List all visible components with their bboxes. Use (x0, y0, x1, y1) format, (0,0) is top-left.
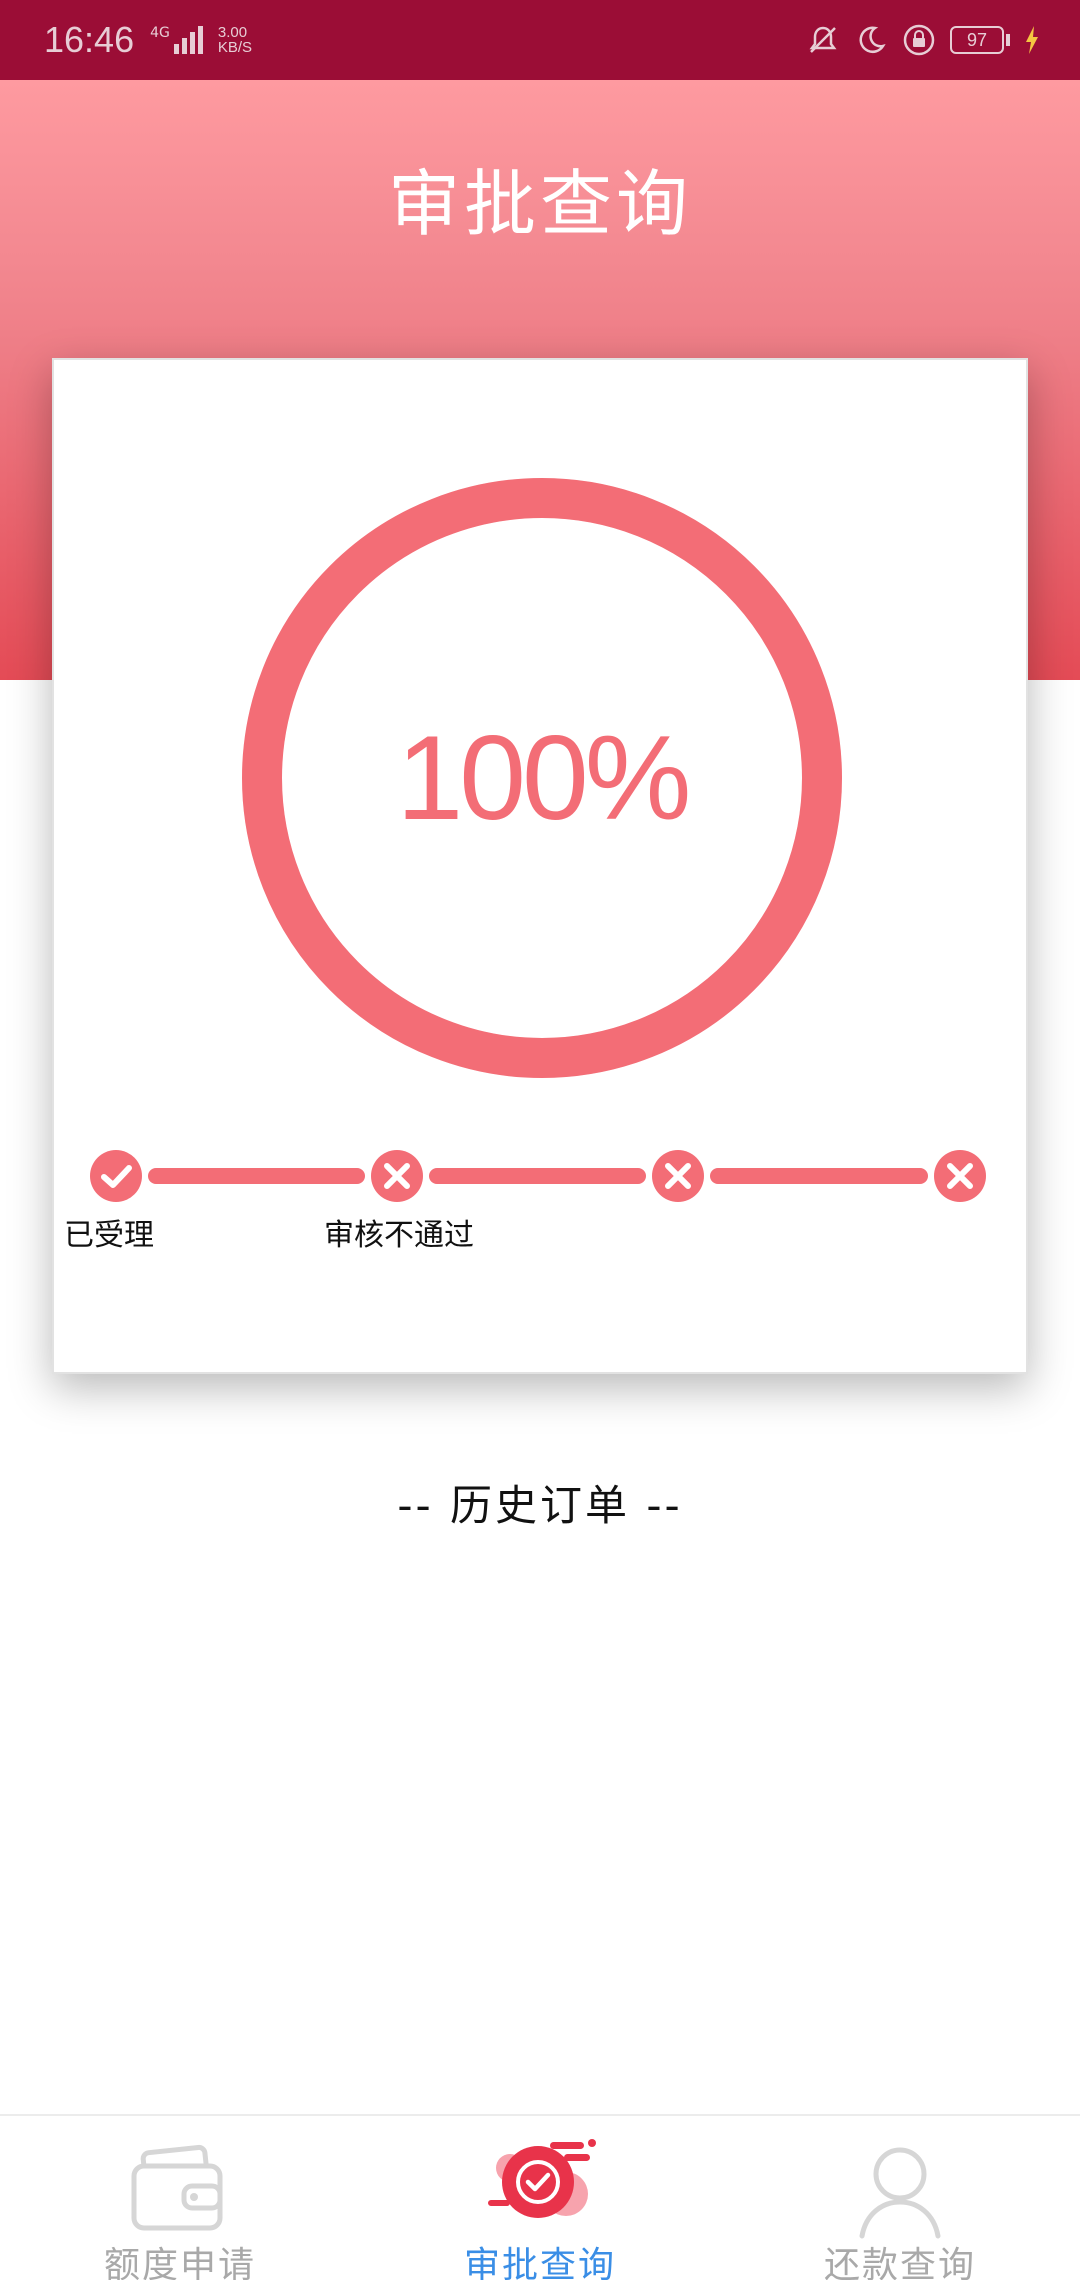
tab-label-credit: 额度申请 (103, 2245, 256, 2280)
speed-unit: KB/S (217, 39, 253, 56)
status-time: 16:46 (44, 19, 135, 60)
step-failed-x-icon (934, 1150, 986, 1202)
tab-label-repayment: 还款查询 (823, 2245, 976, 2280)
page-title: 审批查询 (387, 162, 692, 246)
step-label: 已受理 (64, 1218, 154, 1253)
bell-off-icon (806, 23, 840, 57)
approval-steps (90, 1150, 986, 1202)
step-label: 审核不通过 (324, 1218, 474, 1253)
battery-level: 97 (950, 26, 1004, 54)
step-failed-x-icon (371, 1150, 423, 1202)
tab-approval-query[interactable]: 审批查询 (360, 2116, 720, 2280)
moon-icon (854, 23, 888, 57)
status-bar: 16:46 4G 3.00 KB/S 97 (0, 0, 1080, 80)
history-orders-title: -- 历史订单 -- (397, 1481, 683, 1530)
user-icon (859, 2147, 941, 2239)
approval-check-icon (488, 2139, 596, 2218)
step-failed-x-icon (652, 1150, 704, 1202)
network-type: 4G (150, 25, 170, 41)
progress-percent: 100% (396, 711, 692, 845)
tab-credit-application[interactable]: 额度申请 (0, 2116, 360, 2280)
tab-label-approval: 审批查询 (463, 2245, 616, 2280)
wallet-icon (131, 2144, 223, 2231)
signal-icon (173, 26, 206, 54)
rotation-lock-icon (902, 23, 936, 57)
speed-value: 3.00 (217, 24, 248, 41)
tab-repayment-query[interactable]: 还款查询 (720, 2116, 1080, 2280)
battery-icon: 97 (950, 26, 1010, 54)
network-speed: 3.00 KB/S (218, 25, 252, 55)
step-done-check-icon (90, 1150, 142, 1202)
charging-icon (1024, 23, 1040, 57)
approval-status-card: 100% 已受理 审核不通过 (52, 358, 1028, 1374)
bottom-tab-bar: 额度申请 审批查询 还款查询 (0, 2114, 1080, 2280)
